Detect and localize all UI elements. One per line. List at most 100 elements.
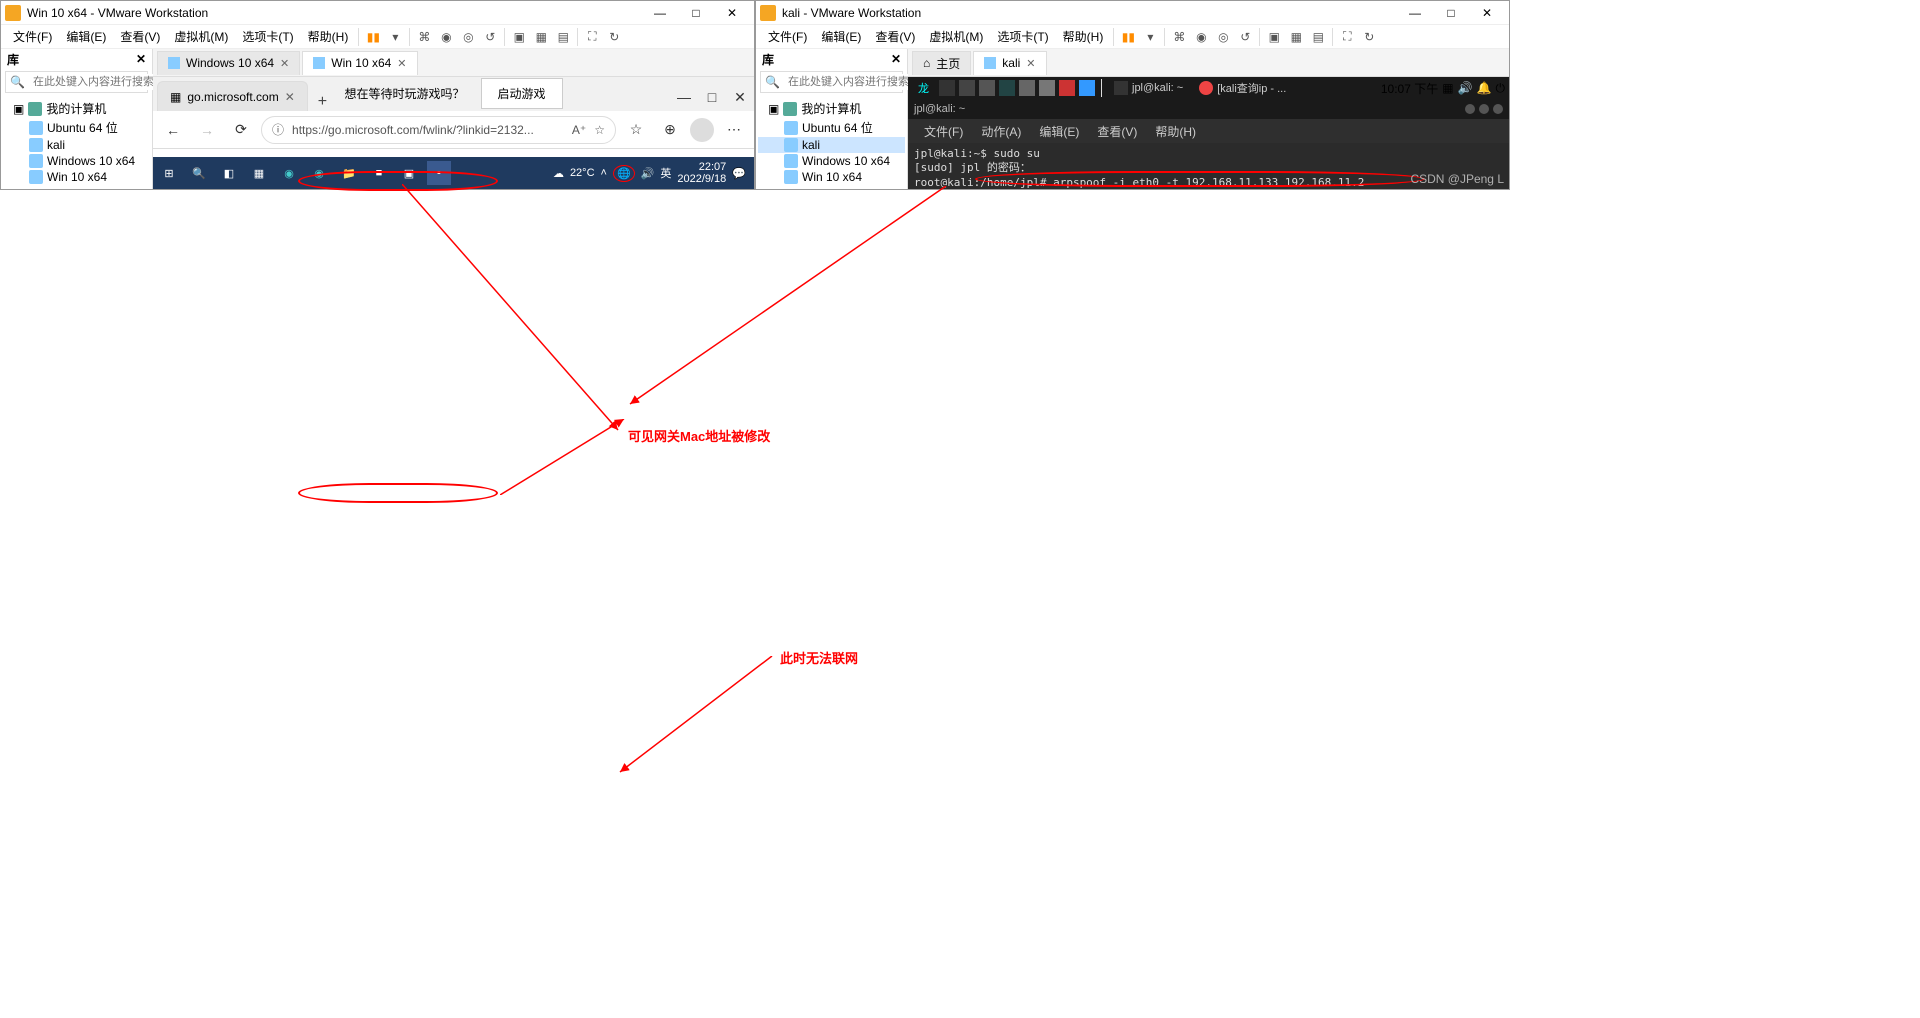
term-max-icon[interactable]: [1479, 104, 1489, 114]
snapshot-button[interactable]: ◉: [1191, 27, 1211, 47]
menu-tabs[interactable]: 选项卡(T): [991, 26, 1054, 47]
launch-game-button[interactable]: 启动游戏: [481, 78, 563, 109]
store-taskbar-icon[interactable]: ■: [367, 161, 391, 185]
ime-indicator[interactable]: 英: [660, 165, 671, 181]
tab-kali[interactable]: kali✕: [973, 51, 1046, 75]
edge-taskbar-icon-2[interactable]: ◉: [307, 161, 331, 185]
snapshot-button[interactable]: ◉: [436, 27, 456, 47]
panel-time[interactable]: 10:07 下午: [1381, 80, 1438, 97]
term-menu-edit[interactable]: 编辑(E): [1031, 121, 1087, 142]
unity-button[interactable]: ▦: [531, 27, 551, 47]
network-icon[interactable]: 🌐: [613, 165, 635, 182]
sidebar-close-icon[interactable]: ✕: [136, 52, 146, 66]
unity-button[interactable]: ▦: [1286, 27, 1306, 47]
thumbnail-button[interactable]: ▤: [553, 27, 573, 47]
close-icon[interactable]: ✕: [1026, 57, 1035, 70]
menu-vm[interactable]: 虚拟机(M): [168, 26, 234, 47]
menu-view[interactable]: 查看(V): [114, 26, 166, 47]
explorer-taskbar-icon[interactable]: 📁: [337, 161, 361, 185]
menu-tabs[interactable]: 选项卡(T): [236, 26, 299, 47]
taskview-button[interactable]: ◧: [217, 161, 241, 185]
vm-display[interactable]: ▦go.microsoft.com✕ + — □ ✕ ← → ⟳ ⓘhttps:…: [153, 77, 754, 189]
send-ctrl-alt-del-button[interactable]: ⌘: [414, 27, 434, 47]
revert-button[interactable]: ↺: [480, 27, 500, 47]
menu-help[interactable]: 帮助(H): [302, 26, 355, 47]
tree-root[interactable]: ▣我的计算机: [758, 99, 905, 118]
weather-icon[interactable]: ☁: [553, 167, 564, 180]
menu-file[interactable]: 文件(F): [7, 26, 58, 47]
app3-icon[interactable]: [979, 80, 995, 96]
menu-edit[interactable]: 编辑(E): [815, 26, 867, 47]
snapshot-manager-button[interactable]: ◎: [1213, 27, 1233, 47]
fullscreen-button[interactable]: ▣: [509, 27, 529, 47]
network-icon[interactable]: ▦: [1442, 81, 1453, 95]
menu-vm[interactable]: 虚拟机(M): [923, 26, 989, 47]
toolbar-dropdown[interactable]: ▾: [385, 27, 405, 47]
cycle-button[interactable]: ↻: [604, 27, 624, 47]
tree-item-ubuntu[interactable]: Ubuntu 64 位: [3, 118, 150, 137]
tree-item-win10x64-2[interactable]: Win 10 x64: [758, 169, 905, 185]
minimize-button[interactable]: —: [1397, 1, 1433, 25]
tree-root[interactable]: ▣我的计算机: [3, 99, 150, 118]
search-box[interactable]: 🔍 ▾: [760, 71, 903, 93]
term-menu-view[interactable]: 查看(V): [1089, 121, 1145, 142]
maximize-button[interactable]: □: [678, 1, 714, 25]
snapshot-manager-button[interactable]: ◎: [458, 27, 478, 47]
widgets-button[interactable]: ▦: [247, 161, 271, 185]
app8-icon[interactable]: [1079, 80, 1095, 96]
close-button[interactable]: ✕: [714, 1, 750, 25]
tab-home[interactable]: ⌂主页: [912, 51, 971, 75]
term-min-icon[interactable]: [1465, 104, 1475, 114]
bell-icon[interactable]: 🔔: [1477, 81, 1492, 95]
stretch-button[interactable]: ⛶: [582, 27, 602, 47]
pause-button[interactable]: ▮▮: [1118, 27, 1138, 47]
menu-file[interactable]: 文件(F): [762, 26, 813, 47]
cmd-taskbar-icon[interactable]: ▪: [427, 161, 451, 185]
start-button[interactable]: ⊞: [157, 161, 181, 185]
fullscreen-button[interactable]: ▣: [1264, 27, 1284, 47]
volume-icon[interactable]: 🔊: [641, 167, 655, 180]
menu-view[interactable]: 查看(V): [869, 26, 921, 47]
pause-button[interactable]: ▮▮: [363, 27, 383, 47]
chevron-up-icon[interactable]: ˄: [601, 167, 607, 179]
menu-edit[interactable]: 编辑(E): [60, 26, 112, 47]
task-browser[interactable]: [kali查询ip - ...: [1193, 80, 1292, 96]
app2-icon[interactable]: [959, 80, 975, 96]
edge-taskbar-icon[interactable]: ◉: [277, 161, 301, 185]
term-menu-actions[interactable]: 动作(A): [973, 121, 1029, 142]
power-icon[interactable]: ⏻: [1496, 81, 1506, 96]
kali-logo[interactable]: 龙: [912, 80, 935, 96]
send-ctrl-alt-del-button[interactable]: ⌘: [1169, 27, 1189, 47]
cycle-button[interactable]: ↻: [1359, 27, 1379, 47]
tree-item-win10x64[interactable]: Windows 10 x64: [3, 153, 150, 169]
tree-item-win10x64[interactable]: Windows 10 x64: [758, 153, 905, 169]
app5-icon[interactable]: [1019, 80, 1035, 96]
minimize-button[interactable]: —: [642, 1, 678, 25]
clock[interactable]: 22:07 2022/9/18: [677, 161, 726, 185]
term-close-icon[interactable]: [1493, 104, 1503, 114]
term-menu-file[interactable]: 文件(F): [916, 121, 971, 142]
notifications-icon[interactable]: 💬: [732, 167, 746, 180]
app1-icon[interactable]: [939, 80, 955, 96]
tree-item-ubuntu[interactable]: Ubuntu 64 位: [758, 118, 905, 137]
menu-help[interactable]: 帮助(H): [1057, 26, 1110, 47]
star-icon[interactable]: ☆: [594, 123, 605, 137]
search-box[interactable]: 🔍 ▾: [5, 71, 148, 93]
volume-icon[interactable]: 🔊: [1458, 81, 1473, 95]
thumbnail-button[interactable]: ▤: [1308, 27, 1328, 47]
temperature[interactable]: 22°C: [570, 167, 595, 179]
app7-icon[interactable]: [1059, 80, 1075, 96]
tree-item-win10x64-2[interactable]: Win 10 x64: [3, 169, 150, 185]
sidebar-close-icon[interactable]: ✕: [891, 52, 901, 66]
task-terminal[interactable]: jpl@kali: ~: [1108, 81, 1189, 95]
close-button[interactable]: ✕: [1469, 1, 1505, 25]
maximize-button[interactable]: □: [1433, 1, 1469, 25]
toolbar-dropdown[interactable]: ▾: [1140, 27, 1160, 47]
stretch-button[interactable]: ⛶: [1337, 27, 1357, 47]
term-menu-help[interactable]: 帮助(H): [1147, 121, 1204, 142]
search-button[interactable]: 🔍: [187, 161, 211, 185]
app4-icon[interactable]: [999, 80, 1015, 96]
tree-item-kali[interactable]: kali: [3, 137, 150, 153]
app6-icon[interactable]: [1039, 80, 1055, 96]
tree-item-kali[interactable]: kali: [758, 137, 905, 153]
